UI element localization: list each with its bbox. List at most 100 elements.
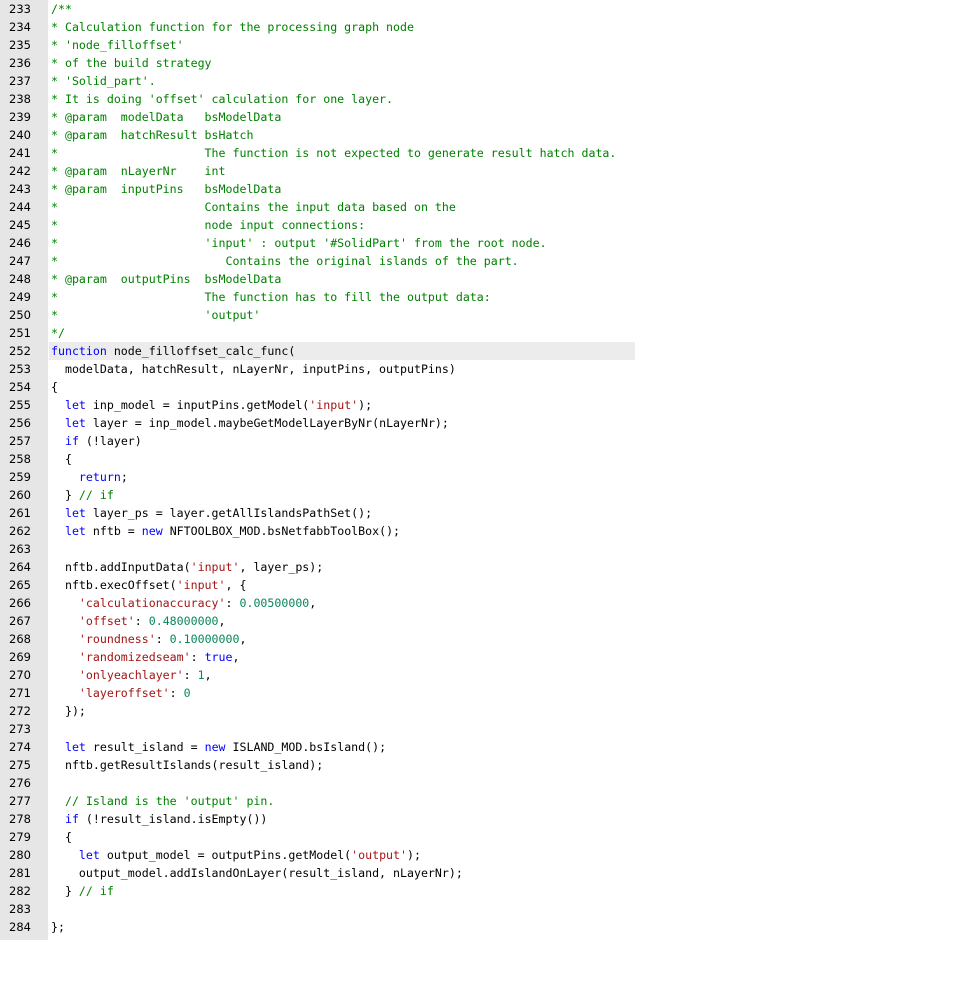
code-line[interactable]: 277 // Island is the 'output' pin. (0, 792, 960, 810)
code-line[interactable]: 284}; (0, 918, 960, 936)
code-text: modelData, hatchResult, nLayerNr, inputP… (51, 360, 456, 378)
line-number: 240 (9, 128, 31, 142)
code-line[interactable]: 263 (0, 540, 960, 558)
code-line[interactable]: 274 let result_island = new ISLAND_MOD.b… (0, 738, 960, 756)
code-token: 0.10000000 (169, 632, 240, 646)
code-token: * node input connections: (51, 218, 366, 232)
code-line[interactable]: 279 { (0, 828, 960, 846)
code-line[interactable]: 241 * The function is not expected to gen… (0, 144, 960, 162)
code-line[interactable]: 240 * @param hatchResult bsHatch (0, 126, 960, 144)
code-line[interactable]: 248 * @param outputPins bsModelData (0, 270, 960, 288)
code-line[interactable]: 246 * 'input' : output '#SolidPart' from … (0, 234, 960, 252)
code-line[interactable]: 265 nftb.execOffset('input', { (0, 576, 960, 594)
code-token: : (183, 668, 198, 682)
code-line[interactable]: 266 'calculationaccuracy': 0.00500000, (0, 594, 960, 612)
code-line[interactable]: 256 let layer = inp_model.maybeGetModelL… (0, 414, 960, 432)
code-line[interactable]: 262 let nftb = new NFTOOLBOX_MOD.bsNetfa… (0, 522, 960, 540)
code-line[interactable]: 250 * 'output' (0, 306, 960, 324)
code-line[interactable]: 280 let output_model = outputPins.getMod… (0, 846, 960, 864)
code-line[interactable]: 243 * @param inputPins bsModelData (0, 180, 960, 198)
code-line[interactable]: 254 { (0, 378, 960, 396)
code-token: : (134, 614, 149, 628)
code-token: , (218, 614, 226, 628)
code-token: * 'output' (51, 308, 261, 322)
code-line[interactable]: 237 * 'Solid_part'. (0, 72, 960, 90)
code-line[interactable]: 242 * @param nLayerNr int (0, 162, 960, 180)
code-token: , (204, 668, 212, 682)
code-token: function (51, 344, 107, 358)
code-line[interactable]: 235 * 'node_filloffset' (0, 36, 960, 54)
line-number: 255 (9, 398, 31, 412)
code-token: result_island = (85, 740, 205, 754)
line-number: 249 (9, 290, 31, 304)
code-line[interactable]: 261 let layer_ps = layer.getAllIslandsPa… (0, 504, 960, 522)
code-line[interactable]: 255 let inp_model = inputPins.getModel('… (0, 396, 960, 414)
code-line[interactable]: 234 * Calculation function for the proces… (0, 18, 960, 36)
code-token: , { (225, 578, 247, 592)
line-number: 250 (9, 308, 31, 322)
code-text: if (!layer) (51, 432, 142, 450)
code-line[interactable]: 249 * The function has to fill the output… (0, 288, 960, 306)
code-line[interactable]: 233 /** (0, 0, 960, 18)
line-number: 239 (9, 110, 31, 124)
code-token: * The function is not expected to genera… (51, 146, 617, 160)
code-line[interactable]: 236 * of the build strategy (0, 54, 960, 72)
code-text: * The function has to fill the output da… (51, 288, 491, 306)
code-line[interactable]: 269 'randomizedseam': true, (0, 648, 960, 666)
code-line[interactable]: 275 nftb.getResultIslands(result_island)… (0, 756, 960, 774)
line-number: 273 (9, 722, 31, 736)
code-line[interactable]: 268 'roundness': 0.10000000, (0, 630, 960, 648)
code-line[interactable]: 281 output_model.addIslandOnLayer(result… (0, 864, 960, 882)
code-line[interactable]: 272 }); (0, 702, 960, 720)
code-line[interactable]: 244 * Contains the input data based on th… (0, 198, 960, 216)
line-number: 245 (9, 218, 31, 232)
code-line[interactable]: 257 if (!layer) (0, 432, 960, 450)
code-token: }; (51, 920, 65, 934)
code-line[interactable]: 247 * Contains the original islands of th… (0, 252, 960, 270)
code-line[interactable]: 238 * It is doing 'offset' calculation fo… (0, 90, 960, 108)
code-line[interactable]: 251 */ (0, 324, 960, 342)
code-text: * @param outputPins bsModelData (51, 270, 281, 288)
line-number: 241 (9, 146, 31, 160)
code-token: , (232, 650, 240, 664)
code-line[interactable]: 260 } // if (0, 486, 960, 504)
code-text: return; (51, 468, 128, 486)
code-line[interactable]: 264 nftb.addInputData('input', layer_ps)… (0, 558, 960, 576)
code-token: nftb.getResultIslands(result_island); (51, 758, 324, 772)
code-line[interactable]: 252 function node_filloffset_calc_func( (0, 342, 960, 360)
code-line[interactable]: 283 (0, 900, 960, 918)
code-line[interactable]: 270 'onlyeachlayer': 1, (0, 666, 960, 684)
code-token: nftb.execOffset( (51, 578, 177, 592)
code-line[interactable]: 258 { (0, 450, 960, 468)
code-line[interactable]: 245 * node input connections: (0, 216, 960, 234)
code-text: { (51, 450, 72, 468)
code-line[interactable]: 273 (0, 720, 960, 738)
line-number: 234 (9, 20, 31, 34)
code-line[interactable]: 259 return; (0, 468, 960, 486)
code-text: * Calculation function for the processin… (51, 18, 414, 36)
code-line[interactable]: 282 } // if (0, 882, 960, 900)
code-text: * It is doing 'offset' calculation for o… (51, 90, 393, 108)
code-token: nftb.addInputData( (51, 560, 191, 574)
code-token: * Calculation function for the processin… (51, 20, 414, 34)
line-number: 269 (9, 650, 31, 664)
code-line[interactable]: 276 (0, 774, 960, 792)
code-line[interactable]: 267 'offset': 0.48000000, (0, 612, 960, 630)
code-token: 0 (183, 686, 191, 700)
code-token: inp_model = inputPins.getModel( (85, 398, 310, 412)
code-line[interactable]: 271 'layeroffset': 0 (0, 684, 960, 702)
code-line[interactable]: 253 modelData, hatchResult, nLayerNr, in… (0, 360, 960, 378)
code-token: let (64, 524, 86, 538)
code-token: 'input' (176, 578, 226, 592)
code-token: { (51, 380, 58, 394)
code-line[interactable]: 278 if (!result_island.isEmpty()) (0, 810, 960, 828)
line-number: 270 (9, 668, 31, 682)
code-line[interactable]: 239 * @param modelData bsModelData (0, 108, 960, 126)
code-editor[interactable]: 233 /** 234 * Calculation function for the … (0, 0, 960, 940)
